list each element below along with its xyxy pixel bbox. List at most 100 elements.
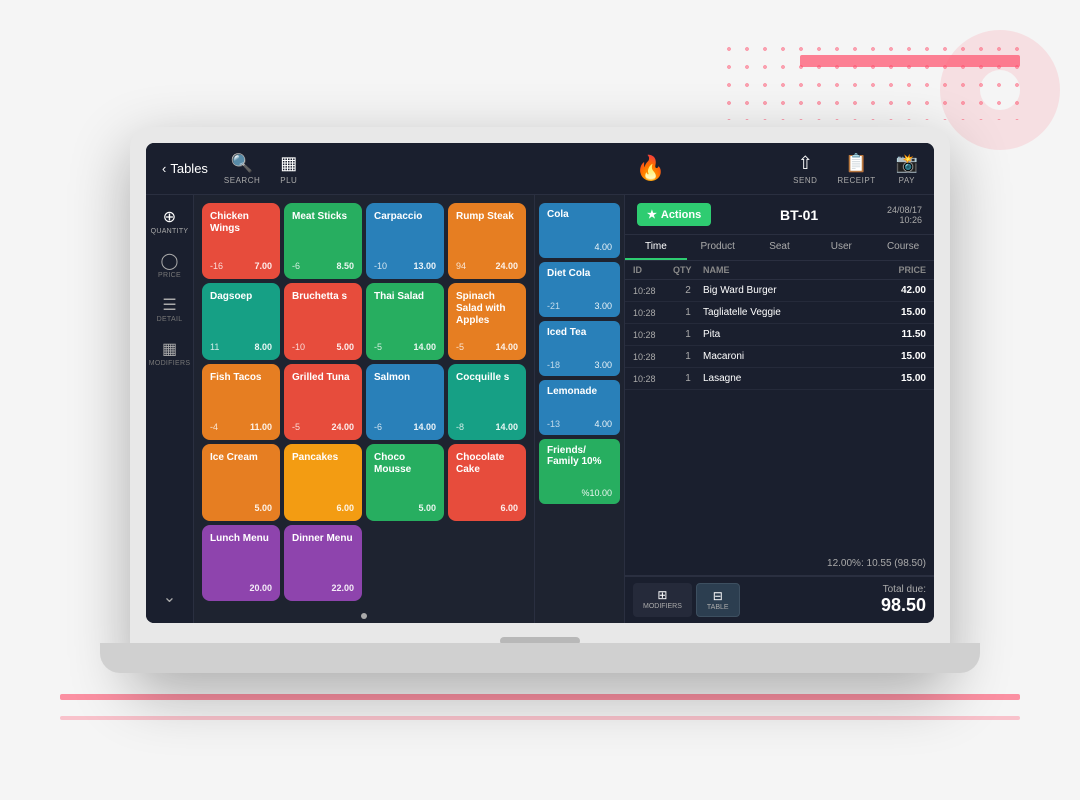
footer-modifiers-button[interactable]: ⊞ MODIFIERS xyxy=(633,583,692,617)
menu-item-price: 20.00 xyxy=(249,583,272,593)
detail-label: DETAIL xyxy=(157,316,183,323)
col-qty-header: QTY xyxy=(673,265,703,275)
row-time: 10:28 xyxy=(633,352,673,362)
menu-item-footer: -10 5.00 xyxy=(292,342,354,352)
quantity-icon: ⊕ xyxy=(163,207,176,227)
menu-item-name: Spinach Salad with Apples xyxy=(456,291,518,327)
menu-item[interactable]: Thai Salad -5 14.00 xyxy=(366,283,444,359)
menu-item-price: 8.00 xyxy=(254,342,272,352)
table-id: BT-01 xyxy=(780,207,818,223)
menu-item[interactable]: Bruchetta s -10 5.00 xyxy=(284,283,362,359)
menu-item-price: 7.00 xyxy=(254,261,272,271)
drink-item[interactable]: Friends/ Family 10% %10.00 xyxy=(539,439,620,504)
menu-item[interactable]: Rump Steak 94 24.00 xyxy=(448,203,526,279)
actions-button[interactable]: ★ Actions xyxy=(637,203,711,226)
menu-item-footer: 22.00 xyxy=(292,583,354,593)
menu-item-footer: -6 14.00 xyxy=(374,422,436,432)
drink-item-qty: -13 xyxy=(547,419,560,429)
menu-item-price: 13.00 xyxy=(413,261,436,271)
order-time: 10:26 xyxy=(887,215,922,225)
menu-item-qty: -6 xyxy=(374,422,382,432)
menu-item[interactable]: Grilled Tuna -5 24.00 xyxy=(284,364,362,440)
drink-item[interactable]: Cola 4.00 xyxy=(539,203,620,258)
send-button[interactable]: ⇧ SEND xyxy=(793,153,817,185)
menu-item-price: 8.50 xyxy=(336,261,354,271)
menu-item[interactable]: Pancakes 6.00 xyxy=(284,444,362,520)
tab-seat[interactable]: Seat xyxy=(749,235,811,260)
sidebar-price-button[interactable]: ◯ PRICE xyxy=(152,247,188,283)
order-row[interactable]: 10:28 2 Big Ward Burger 42.00 xyxy=(625,280,934,302)
plu-button[interactable]: ▦ PLU xyxy=(280,153,297,185)
laptop-screen: ‹ Tables 🔍 SEARCH ▦ PLU 🔥 xyxy=(146,143,934,623)
row-time: 10:28 xyxy=(633,374,673,384)
page-dot-1[interactable] xyxy=(361,613,367,619)
menu-item-footer: -8 14.00 xyxy=(456,422,518,432)
tab-course[interactable]: Course xyxy=(872,235,934,260)
menu-item[interactable]: Dinner Menu 22.00 xyxy=(284,525,362,601)
back-button[interactable]: ‹ Tables xyxy=(162,161,208,176)
menu-item-footer: -5 24.00 xyxy=(292,422,354,432)
pos-drinks: Cola 4.00 Diet Cola -21 3.00 Iced Tea -1… xyxy=(534,195,624,623)
pos-main: ⊕ QUANTITY ◯ PRICE ☰ DETAIL ▦ MODIFIERS xyxy=(146,195,934,623)
drink-item[interactable]: Diet Cola -21 3.00 xyxy=(539,262,620,317)
table-label: TABLE xyxy=(707,604,729,611)
menu-item-price: 14.00 xyxy=(495,342,518,352)
order-row[interactable]: 10:28 1 Lasagne 15.00 xyxy=(625,368,934,390)
tab-time[interactable]: Time xyxy=(625,235,687,260)
drink-item-qty: -21 xyxy=(547,301,560,311)
menu-item[interactable]: Lunch Menu 20.00 xyxy=(202,525,280,601)
menu-grid: Chicken Wings -16 7.00 Meat Sticks -6 8.… xyxy=(194,195,534,609)
receipt-button[interactable]: 📋 RECEIPT xyxy=(837,153,875,185)
drink-item-price: 4.00 xyxy=(594,242,612,252)
menu-item[interactable]: Fish Tacos -4 11.00 xyxy=(202,364,280,440)
order-row[interactable]: 10:28 1 Pita 11.50 xyxy=(625,324,934,346)
search-label: SEARCH xyxy=(224,176,260,185)
menu-item[interactable]: Chicken Wings -16 7.00 xyxy=(202,203,280,279)
menu-item[interactable]: Ice Cream 5.00 xyxy=(202,444,280,520)
menu-item[interactable]: Meat Sticks -6 8.50 xyxy=(284,203,362,279)
row-name: Big Ward Burger xyxy=(703,285,866,296)
order-footer: ⊞ MODIFIERS ⊟ TABLE Total due: 98.50 xyxy=(625,576,934,623)
tab-product[interactable]: Product xyxy=(687,235,749,260)
order-row[interactable]: 10:28 1 Macaroni 15.00 xyxy=(625,346,934,368)
drink-item-footer: -21 3.00 xyxy=(547,301,612,311)
tab-user[interactable]: User xyxy=(810,235,872,260)
menu-item[interactable]: Choco Mousse 5.00 xyxy=(366,444,444,520)
sidebar-quantity-button[interactable]: ⊕ QUANTITY xyxy=(152,203,188,239)
menu-item-footer: 5.00 xyxy=(374,503,436,513)
menu-item-qty: -5 xyxy=(292,422,300,432)
menu-item-footer: 5.00 xyxy=(210,503,272,513)
price-label: PRICE xyxy=(158,272,181,279)
drink-item-price: %10.00 xyxy=(581,488,612,498)
receipt-label: RECEIPT xyxy=(837,176,875,185)
order-row[interactable]: 10:28 1 Tagliatelle Veggie 15.00 xyxy=(625,302,934,324)
drink-item-price: 3.00 xyxy=(594,301,612,311)
sidebar-detail-button[interactable]: ☰ DETAIL xyxy=(152,291,188,327)
menu-item[interactable]: Spinach Salad with Apples -5 14.00 xyxy=(448,283,526,359)
menu-item[interactable]: Cocquille s -8 14.00 xyxy=(448,364,526,440)
modifiers-icon: ▦ xyxy=(162,339,177,359)
detail-icon: ☰ xyxy=(162,295,176,315)
drink-item[interactable]: Lemonade -13 4.00 xyxy=(539,380,620,435)
pay-button[interactable]: 📸 PAY xyxy=(896,153,918,185)
menu-item[interactable]: Dagsoep 11 8.00 xyxy=(202,283,280,359)
header-logo: 🔥 xyxy=(509,154,794,183)
menu-item-footer: 6.00 xyxy=(456,503,518,513)
sidebar-modifiers-button[interactable]: ▦ MODIFIERS xyxy=(152,335,188,371)
actions-star-icon: ★ xyxy=(647,208,657,221)
sidebar-down-button[interactable]: ⌄ xyxy=(152,579,188,615)
order-datetime: 24/08/17 10:26 xyxy=(887,205,922,225)
drink-item[interactable]: Iced Tea -18 3.00 xyxy=(539,321,620,376)
search-button[interactable]: 🔍 SEARCH xyxy=(224,153,260,185)
col-price-header: PRICE xyxy=(866,265,926,275)
menu-item[interactable]: Chocolate Cake 6.00 xyxy=(448,444,526,520)
menu-item[interactable]: Carpaccio -10 13.00 xyxy=(366,203,444,279)
menu-item-price: 5.00 xyxy=(336,342,354,352)
laptop-base xyxy=(100,643,980,673)
row-name: Macaroni xyxy=(703,351,866,362)
back-label: Tables xyxy=(170,161,208,176)
menu-item[interactable]: Salmon -6 14.00 xyxy=(366,364,444,440)
menu-item-qty: -6 xyxy=(292,261,300,271)
menu-item-qty: -4 xyxy=(210,422,218,432)
footer-table-button[interactable]: ⊟ TABLE xyxy=(696,583,740,617)
